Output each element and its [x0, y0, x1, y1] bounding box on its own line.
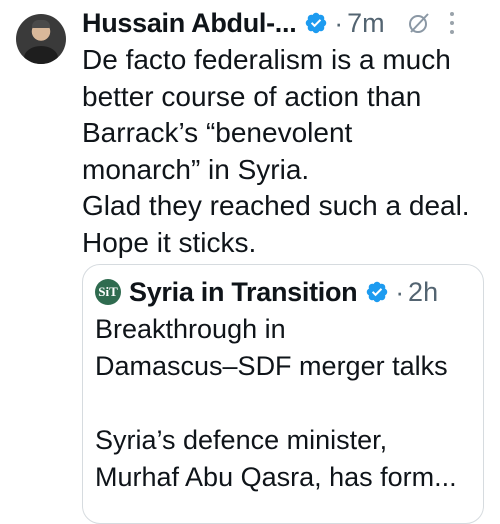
quoted-author-name[interactable]: Syria in Transition: [129, 277, 358, 308]
grok-icon[interactable]: [407, 11, 431, 35]
author-avatar[interactable]: [16, 14, 66, 64]
more-icon[interactable]: [449, 12, 455, 34]
separator-dot: ·: [334, 7, 344, 38]
verified-badge-icon: [306, 12, 327, 34]
verified-badge-icon: [367, 281, 388, 303]
tweet-timestamp[interactable]: 7m: [347, 8, 385, 39]
separator-dot: ·: [395, 276, 405, 307]
quoted-tweet-text: Breakthrough in Damascus–SDF merger talk…: [95, 314, 457, 492]
quoted-author-avatar[interactable]: SiT: [95, 279, 121, 305]
avatar-hair: [32, 20, 50, 28]
tweet-header: Hussain Abdul-... · 7m: [82, 6, 490, 40]
quoted-tweet-timestamp[interactable]: 2h: [408, 277, 438, 308]
author-name[interactable]: Hussain Abdul-...: [82, 8, 297, 39]
avatar-suit: [24, 46, 58, 64]
tweet-text: De facto federalism is a much better cou…: [82, 44, 470, 258]
quoted-tweet-header: SiT Syria in Transition · 2h: [95, 275, 438, 309]
quoted-tweet[interactable]: SiT Syria in Transition · 2h Breakthroug…: [82, 264, 484, 524]
